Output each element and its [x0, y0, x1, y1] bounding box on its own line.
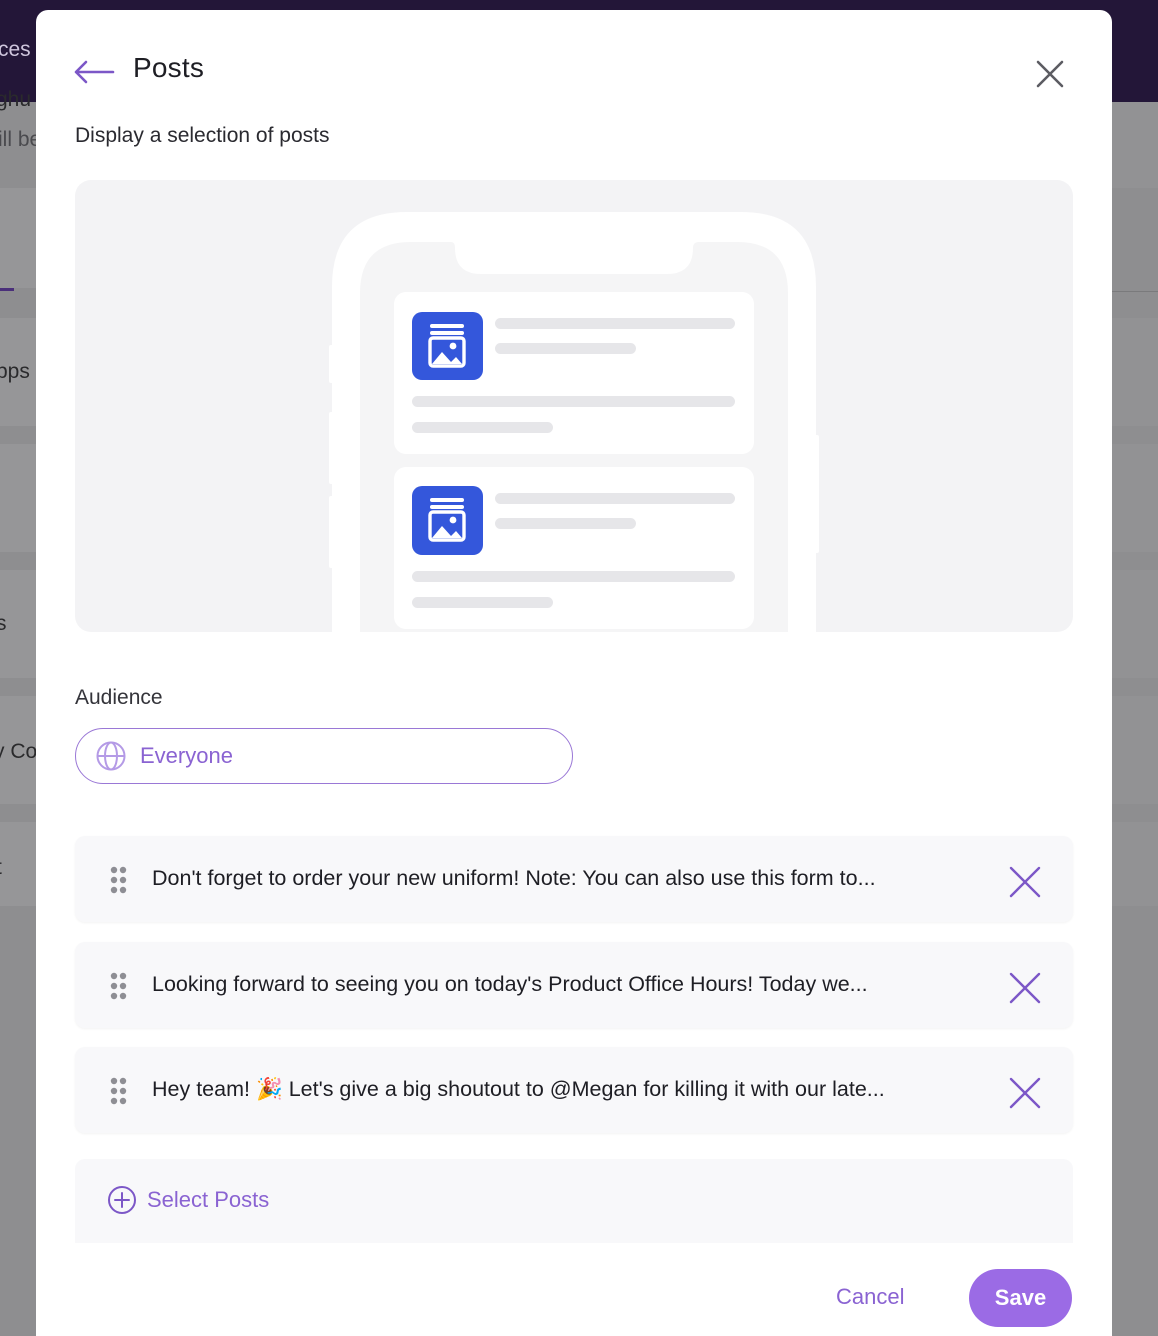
background-text: ghu	[0, 88, 32, 111]
post-row: Don't forget to order your new uniform! …	[75, 836, 1073, 922]
background-card	[0, 444, 36, 552]
audience-label: Audience	[75, 686, 163, 709]
drag-handle-icon[interactable]	[109, 866, 129, 894]
select-posts-label: Select Posts	[147, 1187, 270, 1212]
post-row: Hey team! 🎉 Let's give a big shoutout to…	[75, 1047, 1073, 1133]
background-card	[1112, 696, 1158, 804]
modal-title: Posts	[133, 52, 205, 83]
back-button[interactable]	[72, 54, 116, 90]
cancel-button[interactable]: Cancel	[828, 1280, 912, 1314]
audience-select[interactable]: Everyone	[75, 728, 573, 784]
background-card	[0, 188, 36, 288]
background-divider	[1112, 291, 1158, 292]
background-card	[1112, 570, 1158, 678]
post-title: Don't forget to order your new uniform! …	[152, 866, 876, 890]
post-title: Hey team! 🎉 Let's give a big shoutout to…	[152, 1077, 885, 1101]
background-card	[0, 822, 36, 906]
save-button[interactable]: Save	[969, 1269, 1072, 1327]
remove-post-button[interactable]	[1005, 968, 1045, 1008]
drag-handle-icon[interactable]	[109, 972, 129, 1000]
background-card	[1112, 102, 1158, 188]
phone-illustration	[329, 212, 819, 632]
close-icon	[1009, 1077, 1041, 1109]
posts-modal: Posts Display a selection of posts Audie…	[36, 10, 1112, 1336]
background-tab-indicator	[0, 288, 14, 291]
background-card	[1112, 822, 1158, 906]
posts-preview-illustration	[75, 180, 1073, 632]
post-title: Looking forward to seeing you on today's…	[152, 972, 868, 996]
select-posts-section: Select Posts	[75, 1159, 1073, 1243]
close-icon	[1009, 866, 1041, 898]
background-text: t	[0, 856, 2, 880]
close-icon	[1009, 972, 1041, 1004]
remove-post-button[interactable]	[1005, 862, 1045, 902]
close-button[interactable]	[1030, 54, 1070, 94]
background-card	[1112, 318, 1158, 426]
plus-circle-icon	[108, 1186, 136, 1214]
background-text: ces	[0, 38, 31, 61]
select-posts-button[interactable]: Select Posts	[107, 1185, 269, 1215]
drag-handle-icon[interactable]	[109, 1077, 129, 1105]
background-card	[1112, 444, 1158, 552]
background-text: s	[0, 612, 7, 635]
background-text: y Co	[0, 740, 38, 763]
background-text: pps	[0, 360, 30, 383]
globe-icon	[95, 740, 127, 772]
post-row: Looking forward to seeing you on today's…	[75, 942, 1073, 1028]
audience-value: Everyone	[140, 743, 233, 768]
arrow-left-icon	[74, 60, 115, 84]
modal-subtitle: Display a selection of posts	[75, 124, 330, 147]
close-icon	[1036, 60, 1064, 88]
remove-post-button[interactable]	[1005, 1073, 1045, 1113]
